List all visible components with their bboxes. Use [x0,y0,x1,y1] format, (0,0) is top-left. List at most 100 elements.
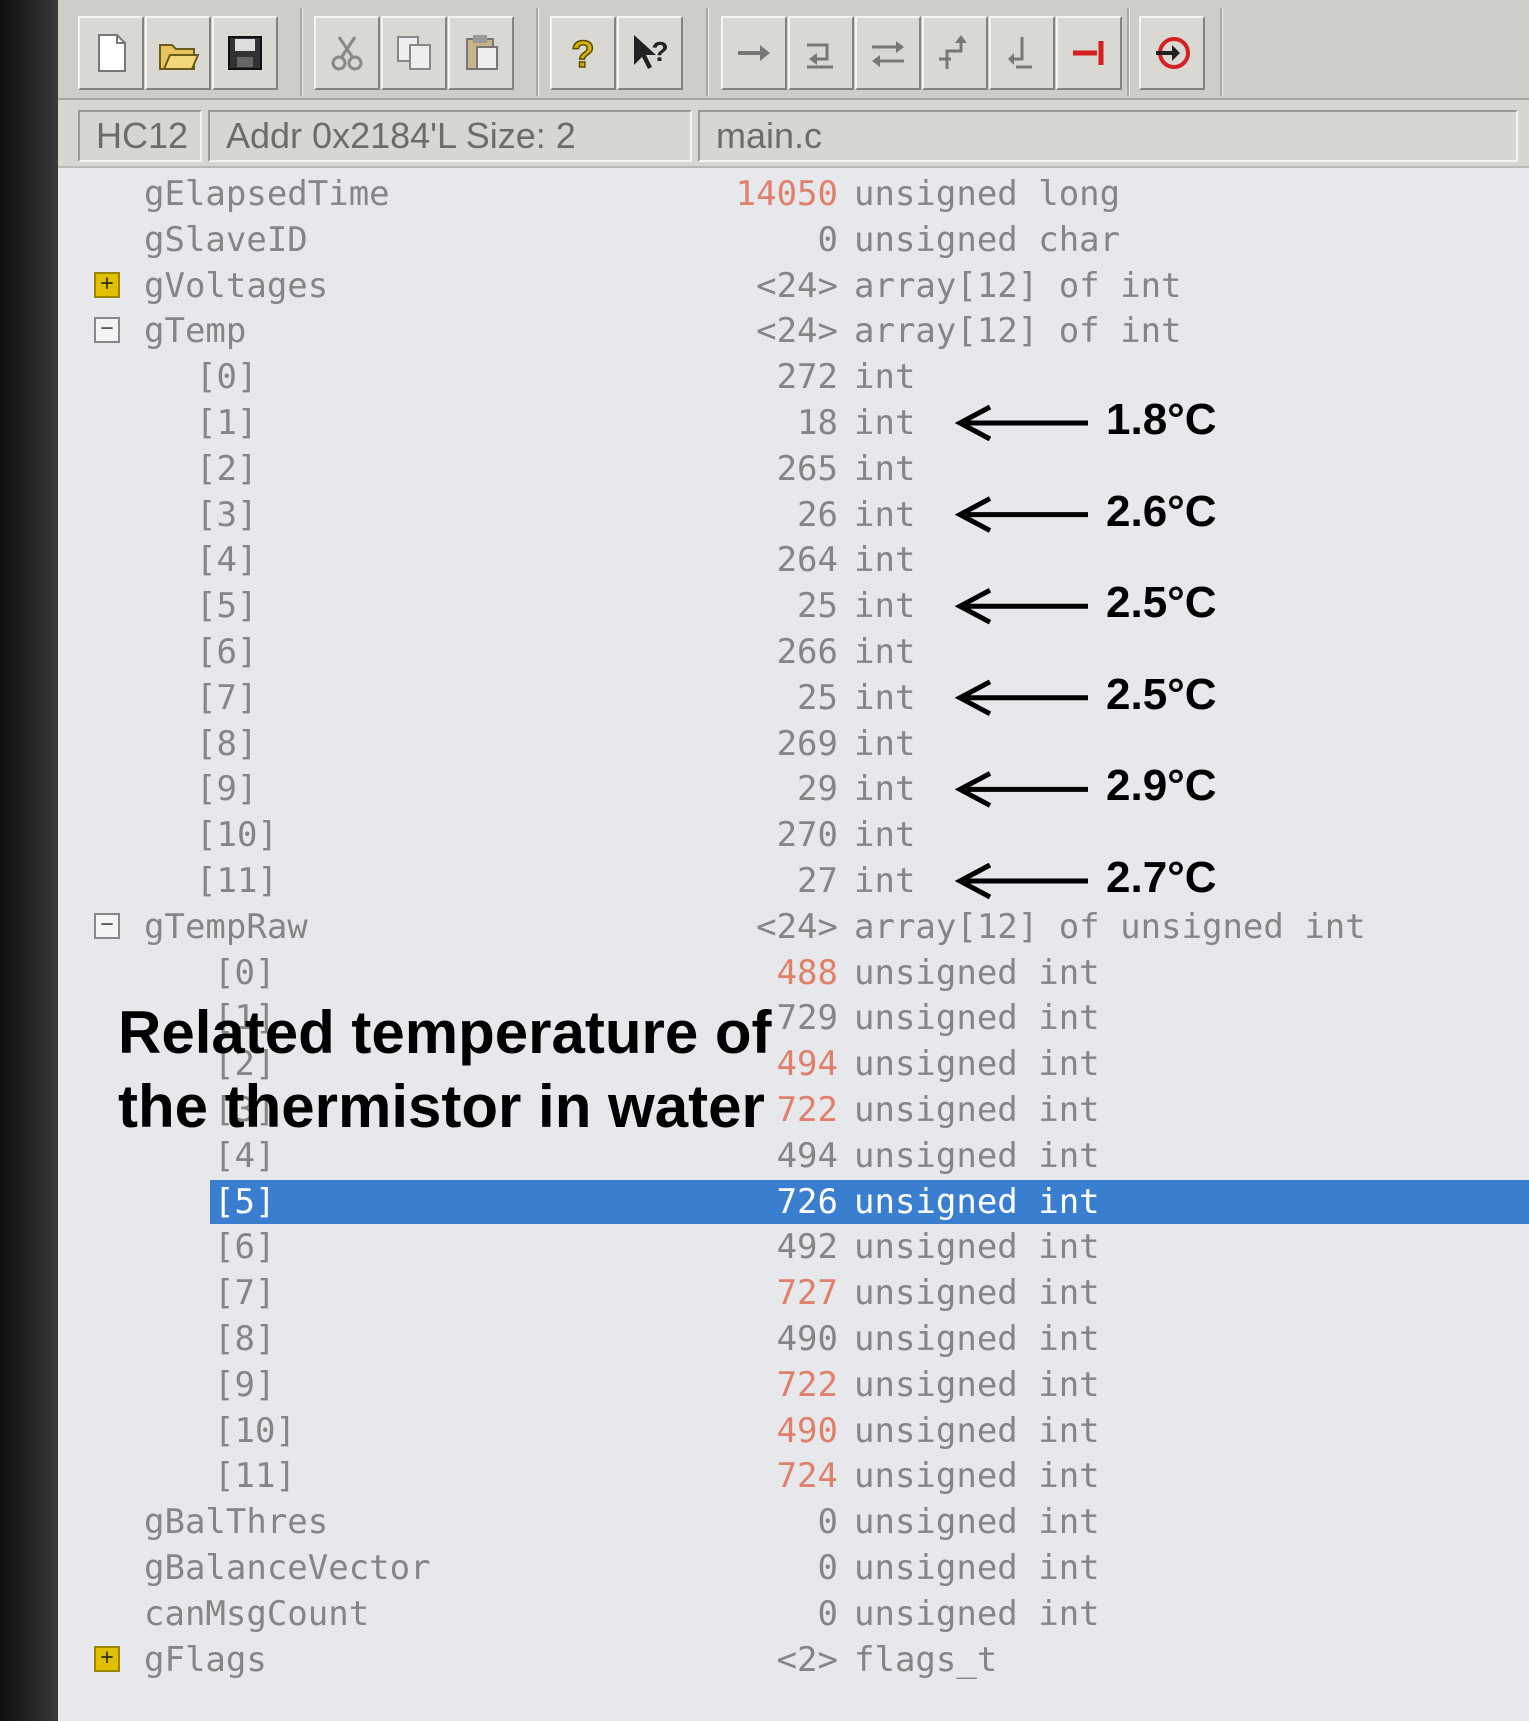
cut-button[interactable] [314,16,380,90]
context-help-button[interactable]: ? [617,16,683,90]
variable-list: gElapsedTime 14050 unsigned long gSlaveID 0 u… [58,172,1529,1721]
variable-row[interactable]: [5] 25 int [58,584,1529,628]
variable-value[interactable]: <24> [728,905,838,949]
assembly-step-button[interactable] [922,16,988,90]
variable-value[interactable]: 264 [728,538,838,582]
variable-value[interactable]: 26 [728,493,838,537]
variable-value[interactable]: 18 [728,401,838,445]
variable-value[interactable]: 27 [728,859,838,903]
open-folder-icon [159,44,200,70]
step-over-icon [738,45,770,61]
variable-type: unsigned int [854,952,1100,993]
variable-name: [8] [196,723,258,764]
variable-row[interactable]: [7] 727 unsigned int [58,1271,1529,1315]
variable-row[interactable]: gSlaveID 0 unsigned char [58,218,1529,262]
variable-row[interactable]: [8] 490 unsigned int [58,1317,1529,1361]
variable-value[interactable]: <24> [728,309,838,353]
variable-value[interactable]: 265 [728,447,838,491]
variable-value[interactable]: 29 [728,767,838,811]
open-folder-button[interactable] [145,16,211,90]
variable-value[interactable]: 722 [728,1363,838,1407]
variable-name: [6] [214,1227,276,1268]
variable-row[interactable]: + gFlags <2> flags_t [58,1638,1529,1682]
copy-button[interactable] [381,16,447,90]
svg-text:?: ? [651,36,668,67]
variable-value[interactable]: 270 [728,813,838,857]
variable-value[interactable]: 488 [728,951,838,995]
debugger-screen: ?? HC12 Addr 0x2184'L Size: 2 main.c gEl… [58,0,1529,1721]
step-into-button[interactable] [788,16,854,90]
variable-value[interactable]: 25 [728,584,838,628]
variable-value[interactable]: <24> [728,264,838,308]
variable-value[interactable]: 724 [728,1454,838,1498]
expand-icon[interactable]: + [94,1645,120,1672]
variable-value[interactable]: 492 [728,1225,838,1269]
variable-value[interactable]: 490 [728,1317,838,1361]
paste-button[interactable] [448,16,514,90]
variable-value[interactable]: 272 [728,355,838,399]
help-button[interactable]: ? [550,16,616,90]
variable-row[interactable]: [5] 726 unsigned int [58,1179,1529,1224]
temperature-label: 2.6°C [1106,486,1217,536]
variable-type: unsigned int [854,1227,1100,1268]
variable-row[interactable]: + gVoltages <24> array[12] of int [58,264,1529,308]
variable-row[interactable]: [11] 27 int [58,859,1529,903]
variable-value[interactable]: 0 [728,218,838,262]
variable-value[interactable]: 727 [728,1271,838,1315]
variable-row[interactable]: − gTempRaw <24> array[12] of unsigned int [58,905,1529,949]
variable-row[interactable]: [6] 266 int [58,630,1529,674]
variable-row[interactable]: [3] 26 int [58,493,1529,537]
variable-value[interactable]: 25 [728,676,838,720]
collapse-icon[interactable]: − [94,912,120,939]
variable-value[interactable]: 0 [728,1500,838,1544]
halt-button[interactable] [1056,16,1122,90]
variable-row[interactable]: [0] 488 unsigned int [58,951,1529,995]
variable-row[interactable]: [10] 270 int [58,813,1529,857]
variable-value[interactable]: 0 [728,1546,838,1590]
variable-name: [10] [214,1410,296,1451]
variable-row[interactable]: [10] 490 unsigned int [58,1409,1529,1453]
step-out-button[interactable] [855,16,921,90]
variable-row[interactable]: [8] 269 int [58,722,1529,766]
variable-value[interactable]: 14050 [728,172,838,216]
variable-value[interactable]: <2> [728,1638,838,1682]
variable-row[interactable]: − gTemp <24> array[12] of int [58,309,1529,353]
variable-row[interactable]: gBalThres 0 unsigned int [58,1500,1529,1544]
variable-value[interactable]: 266 [728,630,838,674]
variable-row[interactable]: [7] 25 int [58,676,1529,720]
caption-line-2: the thermistor in water [118,1073,765,1140]
halt-icon [1073,41,1104,65]
variable-row[interactable]: [0] 272 int [58,355,1529,399]
save-button[interactable] [212,16,278,90]
reset-button[interactable] [1139,16,1205,90]
variable-name: gSlaveID [144,219,308,260]
variable-type: unsigned int [854,1273,1100,1314]
variable-type: unsigned char [854,219,1121,260]
variable-row[interactable]: [9] 722 unsigned int [58,1363,1529,1407]
new-file-button[interactable] [78,16,144,90]
variable-value[interactable]: 0 [728,1592,838,1636]
module-field: main.c [698,110,1518,162]
collapse-icon[interactable]: − [94,317,120,344]
variable-row[interactable]: [2] 265 int [58,447,1529,491]
variable-row[interactable]: [9] 29 int [58,767,1529,811]
variable-value[interactable]: 490 [728,1409,838,1453]
svg-text:?: ? [571,34,594,75]
variable-row[interactable]: [11] 724 unsigned int [58,1454,1529,1498]
variable-row[interactable]: [1] 18 int [58,401,1529,445]
variable-row[interactable]: canMsgCount 0 unsigned int [58,1592,1529,1636]
variable-row[interactable]: gElapsedTime 14050 unsigned long [58,172,1529,216]
variable-name: [2] [196,448,258,489]
cut-icon [331,36,363,71]
variable-value[interactable]: 726 [728,1180,838,1224]
variable-value[interactable]: 269 [728,722,838,766]
variable-type: flags_t [854,1639,998,1680]
variable-name: gBalanceVector [144,1548,431,1588]
step-over-button[interactable] [721,16,787,90]
assembly-step-over-button[interactable] [989,16,1055,90]
expand-icon[interactable]: + [94,271,120,298]
variable-row[interactable]: gBalanceVector 0 unsigned int [58,1546,1529,1590]
variable-row[interactable]: [4] 264 int [58,538,1529,582]
help-icon: ? [571,33,596,75]
variable-row[interactable]: [6] 492 unsigned int [58,1225,1529,1269]
